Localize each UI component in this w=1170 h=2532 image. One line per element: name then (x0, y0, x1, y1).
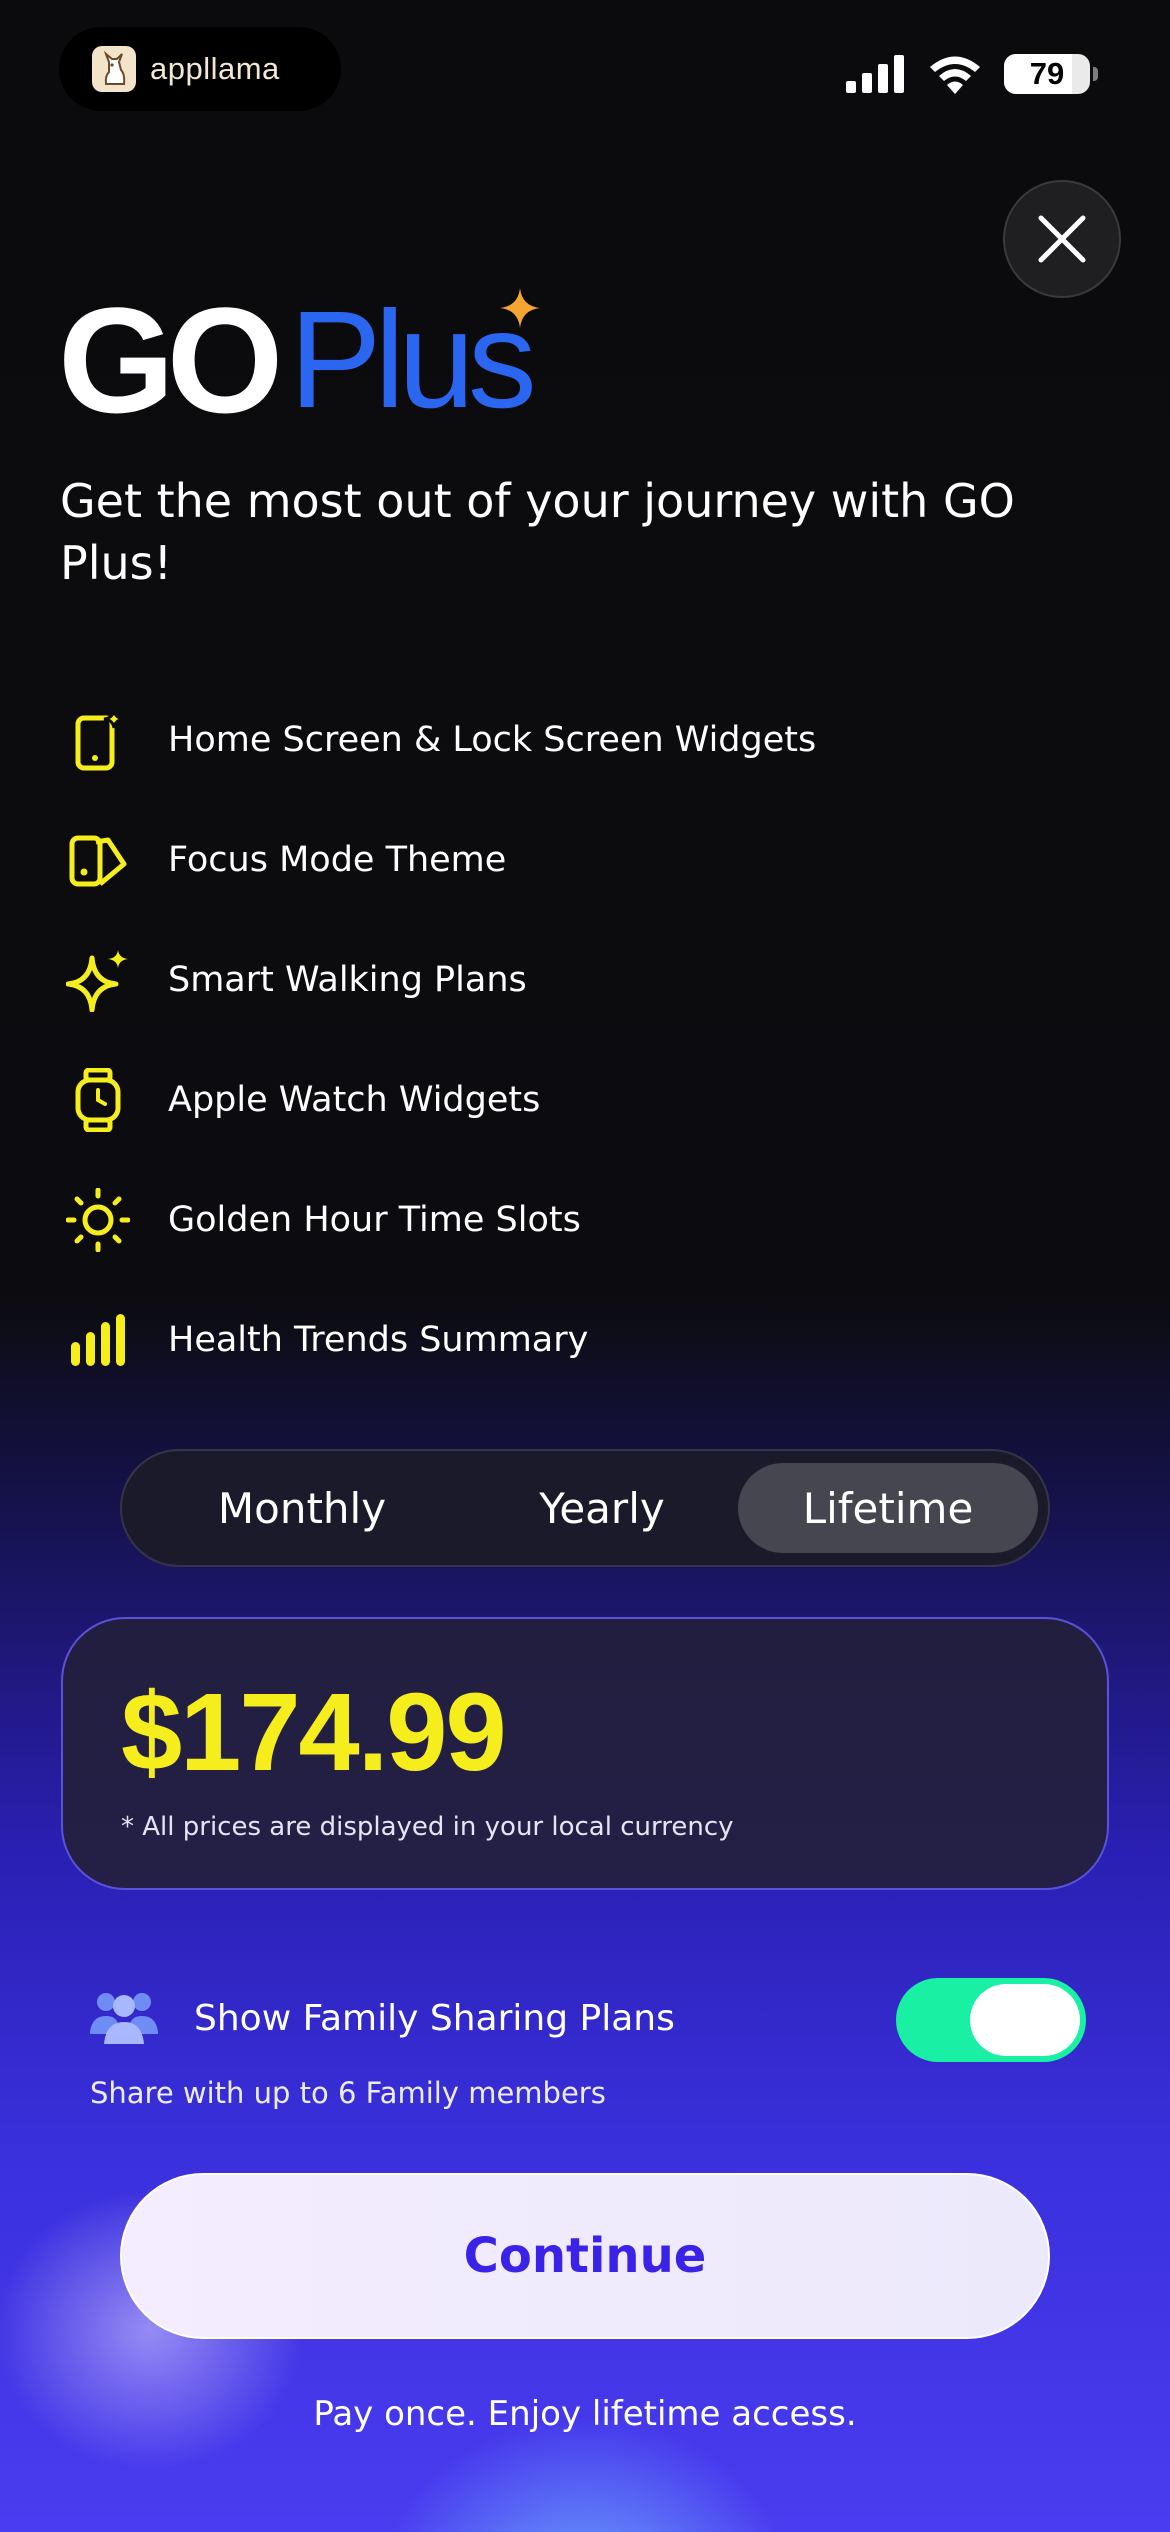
feature-item: Apple Watch Widgets (60, 1040, 1060, 1160)
plan-option-yearly[interactable]: Yearly (462, 1463, 742, 1553)
feature-item: Golden Hour Time Slots (60, 1160, 1060, 1280)
watch-icon (60, 1062, 136, 1138)
theme-tag-icon (60, 822, 136, 898)
logo-go: GO (58, 276, 283, 444)
cellular-signal-icon (846, 55, 904, 93)
go-plus-logo: GO Plus (58, 276, 540, 444)
logo-plus: Plus (289, 283, 536, 437)
brand-pill[interactable]: appllama (59, 27, 341, 111)
llama-logo-icon (92, 46, 136, 92)
feature-label: Home Screen & Lock Screen Widgets (168, 720, 817, 760)
plan-segmented-control: Monthly Yearly Lifetime (120, 1449, 1050, 1567)
footer-text: Pay once. Enjoy lifetime access. (313, 2394, 857, 2434)
feature-item: Health Trends Summary (60, 1280, 1060, 1400)
family-sharing-label: Show Family Sharing Plans (194, 1998, 675, 2039)
feature-label: Health Trends Summary (168, 1320, 589, 1360)
phone-sparkle-icon (60, 702, 136, 778)
family-sharing-row: Show Family Sharing Plans (88, 1978, 1088, 2062)
brand-name: appllama (150, 51, 280, 86)
family-people-icon (90, 1993, 158, 2044)
price-currency-note: * All prices are displayed in your local… (121, 1812, 734, 1842)
feature-label: Focus Mode Theme (168, 840, 507, 880)
battery-percent: 79 (1029, 56, 1065, 91)
sun-icon (60, 1182, 136, 1258)
price-card: $174.99 * All prices are displayed in yo… (61, 1617, 1109, 1890)
feature-label: Apple Watch Widgets (168, 1080, 541, 1120)
family-sharing-subtitle: Share with up to 6 Family members (90, 2076, 606, 2110)
toggle-knob (970, 1984, 1080, 2056)
sparkle-icon (60, 942, 136, 1018)
feature-list: Home Screen & Lock Screen Widgets Focus … (60, 680, 1060, 1400)
battery-indicator: 79 (1004, 54, 1098, 94)
feature-item: Smart Walking Plans (60, 920, 1060, 1040)
status-icons: 79 (846, 54, 1098, 94)
price-amount: $174.99 (121, 1671, 507, 1794)
plan-option-lifetime[interactable]: Lifetime (738, 1463, 1038, 1553)
family-sharing-toggle[interactable] (896, 1978, 1086, 2062)
plan-option-monthly[interactable]: Monthly (162, 1463, 442, 1553)
close-icon (1038, 215, 1086, 263)
close-button[interactable] (1003, 180, 1121, 298)
bar-chart-icon (60, 1302, 136, 1378)
feature-item: Home Screen & Lock Screen Widgets (60, 680, 1060, 800)
logo-sparkle-icon (500, 288, 540, 328)
feature-item: Focus Mode Theme (60, 800, 1060, 920)
continue-button[interactable]: Continue (120, 2173, 1050, 2339)
feature-label: Smart Walking Plans (168, 960, 527, 1000)
wifi-icon (930, 56, 980, 94)
headline: Get the most out of your journey with GO… (60, 474, 1015, 590)
feature-label: Golden Hour Time Slots (168, 1200, 581, 1240)
